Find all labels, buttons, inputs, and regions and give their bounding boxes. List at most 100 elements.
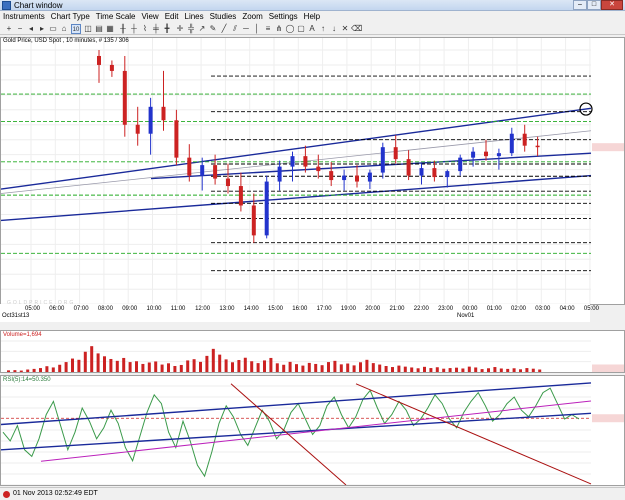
delete-icon[interactable]: ✕ (340, 24, 350, 34)
cross-icon[interactable]: ╬ (186, 24, 196, 34)
candle-body (213, 165, 218, 179)
menu-instruments[interactable]: Instruments (0, 11, 48, 23)
ellipse-icon[interactable]: ◯ (285, 24, 295, 34)
candle-body (290, 156, 295, 167)
calendar-icon[interactable]: ▦ (105, 24, 115, 34)
candle-body (419, 168, 424, 176)
volume-bar (487, 368, 490, 372)
candle-body (458, 157, 463, 172)
volume-bar (83, 351, 87, 372)
volume-bar (378, 364, 382, 372)
timeframe-10min-button[interactable]: 10 (71, 24, 81, 34)
timeframe-icon[interactable]: ◫ (83, 24, 93, 34)
volume-bar (243, 357, 247, 372)
rsi-panel[interactable]: RSI(5):14=50.350 (0, 375, 625, 486)
period-icon[interactable]: ▤ (94, 24, 104, 34)
candle-body (406, 159, 411, 176)
area-chart-icon[interactable]: ╪ (151, 24, 161, 34)
volume-bar (295, 364, 298, 372)
zoom-out-icon[interactable]: − (15, 24, 25, 34)
volume-bar (7, 370, 10, 372)
time-tick-label: 11:00 (170, 306, 186, 312)
candle-body (200, 165, 205, 176)
time-tick-label: 04:00 (559, 306, 575, 312)
candle-body (367, 172, 372, 182)
home-icon[interactable]: ⌂ (59, 24, 69, 34)
volume-bar (333, 360, 337, 372)
chart-header: Gold Price, USD Spot , 10 minutes, # 135… (3, 38, 129, 44)
volume-bar (122, 357, 126, 372)
candle-body (329, 171, 334, 181)
volume-bar (339, 364, 343, 372)
candle-body (380, 147, 385, 173)
volume-bar (403, 366, 407, 372)
menu-chart-type[interactable]: Chart Type (48, 11, 93, 23)
horizontal-line-icon[interactable]: ─ (241, 24, 251, 34)
line-chart-icon[interactable]: ⌇ (140, 24, 150, 34)
volume-bar (224, 359, 228, 372)
price-chart-panel[interactable]: Gold Price, USD Spot , 10 minutes, # 135… (0, 37, 625, 306)
fibonacci-icon[interactable]: ≡ (263, 24, 273, 34)
volume-bar (474, 367, 478, 372)
candle-body (316, 166, 321, 172)
volume-bar (141, 363, 145, 372)
menu-studies[interactable]: Studies (207, 11, 240, 23)
volume-bar (397, 365, 401, 372)
volume-bar (32, 368, 36, 372)
volume-bar (288, 361, 292, 372)
close-button[interactable]: ✕ (601, 0, 623, 10)
menu-zoom[interactable]: Zoom (239, 11, 265, 23)
candle-body (445, 171, 450, 178)
maximize-button[interactable]: □ (587, 0, 601, 10)
rsi-canvas[interactable] (1, 376, 624, 485)
trendline (1, 107, 592, 190)
vertical-line-icon[interactable]: │ (252, 24, 262, 34)
time-tick-label: 07:00 (73, 306, 89, 312)
volume-bar (275, 363, 279, 372)
eraser-icon[interactable]: ⌫ (351, 24, 362, 34)
crosshair-icon[interactable]: ✛ (175, 24, 185, 34)
volume-bar (39, 368, 42, 372)
candle-body (264, 181, 269, 236)
pencil-icon[interactable]: ✎ (208, 24, 218, 34)
ohlc-icon[interactable]: ╋ (162, 24, 172, 34)
volume-bar (301, 365, 305, 372)
fit-icon[interactable]: ▭ (48, 24, 58, 34)
volume-bar (45, 366, 49, 372)
text-tool-icon[interactable]: A (307, 24, 317, 34)
arrow-up-icon[interactable]: ↑ (318, 24, 328, 34)
trendline-icon[interactable]: ╱ (219, 24, 229, 34)
volume-bar (435, 367, 439, 372)
volume-bar (250, 361, 254, 372)
time-tick-label: 05:00 (25, 306, 41, 312)
volume-canvas[interactable] (1, 331, 624, 372)
minimize-button[interactable]: – (573, 0, 587, 10)
menu-view[interactable]: View (139, 11, 162, 23)
menu-time-scale[interactable]: Time Scale (93, 11, 139, 23)
candle-icon[interactable]: ╫ (118, 24, 128, 34)
menu-help[interactable]: Help (301, 11, 323, 23)
volume-bar (173, 366, 177, 372)
toolbar: + − ◂ ▸ ▭ ⌂ 10 ◫ ▤ ▦ ╫ ┼ ⌇ ╪ ╋ ✛ ╬ ↗ ✎ ╱… (0, 23, 625, 35)
volume-bar (365, 359, 369, 372)
menu-edit[interactable]: Edit (162, 11, 182, 23)
arrow-down-icon[interactable]: ↓ (329, 24, 339, 34)
volume-bar (205, 355, 209, 372)
volume-bar (493, 367, 497, 372)
menu-lines[interactable]: Lines (182, 11, 207, 23)
volume-bar (269, 357, 273, 372)
scroll-right-icon[interactable]: ▸ (37, 24, 47, 34)
menu-settings[interactable]: Settings (266, 11, 301, 23)
fib-fan-icon[interactable]: ⋔ (274, 24, 284, 34)
channel-icon[interactable]: ⫽ (230, 24, 240, 34)
zoom-in-icon[interactable]: + (4, 24, 14, 34)
volume-bar (231, 362, 234, 372)
volume-bar (467, 366, 471, 372)
bar-chart-icon[interactable]: ┼ (129, 24, 139, 34)
volume-panel[interactable]: Volume=1,694 (0, 330, 625, 373)
price-chart-canvas[interactable] (1, 38, 624, 304)
cursor-icon[interactable]: ↗ (197, 24, 207, 34)
rectangle-icon[interactable]: ▢ (296, 24, 306, 34)
scroll-left-icon[interactable]: ◂ (26, 24, 36, 34)
window-title: Chart window (14, 1, 63, 10)
